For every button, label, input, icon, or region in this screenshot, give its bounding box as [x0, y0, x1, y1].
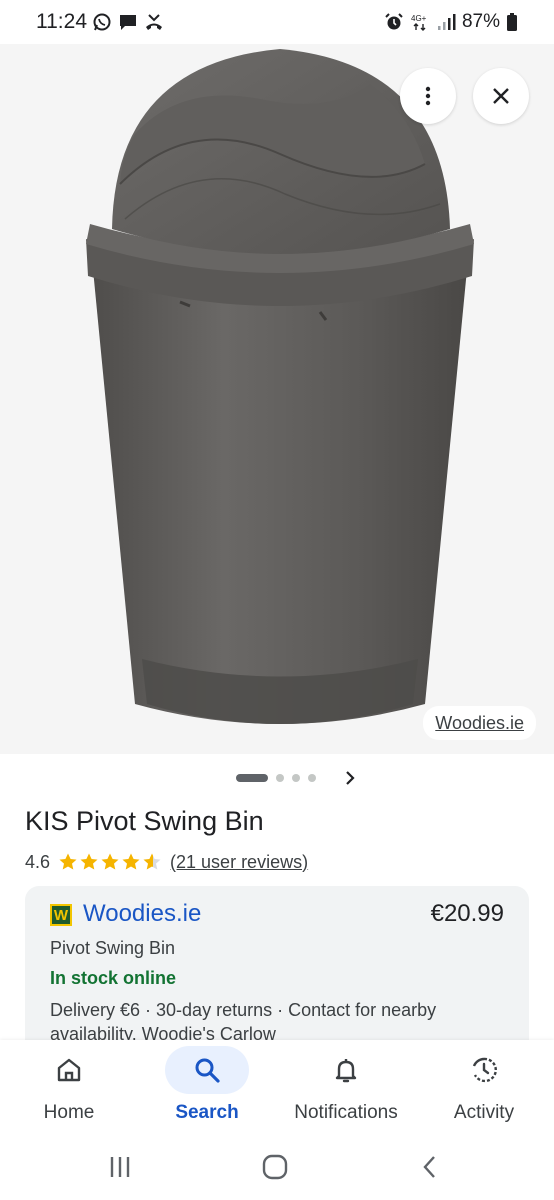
- message-icon: [120, 15, 136, 30]
- nav-search-icon-wrap: [165, 1046, 249, 1094]
- carousel-dot[interactable]: [308, 774, 316, 782]
- carousel-dot-active[interactable]: [236, 774, 268, 782]
- image-source-link[interactable]: Woodies.ie: [423, 706, 536, 740]
- nav-notifications-label: Notifications: [294, 1102, 398, 1123]
- svg-text:4G+: 4G+: [411, 14, 427, 23]
- delivery-info: Delivery €6 · 30-day returns · Contact f…: [50, 1000, 437, 1044]
- alarm-icon: [385, 13, 403, 30]
- nav-search-label: Search: [175, 1102, 239, 1123]
- star-icon: [101, 853, 119, 870]
- battery-icon: [507, 13, 517, 31]
- seller-name-link[interactable]: Woodies.ie: [83, 900, 201, 928]
- star-rating: [58, 852, 162, 872]
- recent-apps-icon: [110, 1157, 130, 1177]
- status-system-icons: 4G+ 87%: [384, 10, 518, 34]
- product-image-viewer[interactable]: Woodies.ie: [0, 44, 554, 754]
- search-icon: [195, 1058, 220, 1083]
- image-carousel-indicator: [0, 764, 554, 792]
- nav-activity-label: Activity: [453, 1102, 515, 1123]
- close-icon: [493, 88, 509, 104]
- nav-notifications[interactable]: Notifications: [277, 1040, 415, 1135]
- product-title: KIS Pivot Swing Bin: [25, 806, 264, 836]
- home-button[interactable]: [255, 1147, 295, 1187]
- half-star-icon: [143, 853, 161, 870]
- more-options-button[interactable]: [400, 68, 456, 124]
- nav-activity[interactable]: Activity: [415, 1040, 553, 1135]
- nav-activity-icon-wrap: [442, 1046, 526, 1094]
- carousel-dot[interactable]: [292, 774, 300, 782]
- back-icon: [423, 1156, 435, 1178]
- user-reviews-link[interactable]: (21 user reviews): [170, 852, 308, 873]
- bell-icon: [335, 1059, 357, 1083]
- nav-search[interactable]: Search: [138, 1040, 276, 1135]
- rating-value: 4.6: [25, 851, 51, 872]
- seller-price: €20.99: [430, 900, 504, 927]
- status-time: 11:24: [36, 10, 87, 33]
- star-icon: [59, 853, 77, 870]
- stock-status: In stock online: [50, 968, 177, 988]
- back-button[interactable]: [410, 1147, 450, 1187]
- activity-icon: [472, 1057, 497, 1083]
- system-navigation-bar: [0, 1135, 554, 1200]
- star-icon: [80, 853, 98, 870]
- star-icon: [122, 853, 140, 870]
- home-circle-icon: [262, 1154, 288, 1180]
- seller-offer-card[interactable]: W Woodies.ie €20.99 Pivot Swing Bin In s…: [25, 886, 529, 1046]
- close-button[interactable]: [473, 68, 529, 124]
- 4g-icon: 4G+: [411, 14, 427, 31]
- nav-notifications-icon-wrap: [304, 1046, 388, 1094]
- nav-home-label: Home: [43, 1102, 95, 1123]
- product-image: [86, 49, 474, 724]
- carousel-dot[interactable]: [276, 774, 284, 782]
- signal-icon: [437, 14, 456, 30]
- home-icon: [57, 1058, 81, 1082]
- more-vert-icon: [425, 86, 431, 106]
- bottom-navigation: Home Search Notifications Activity: [0, 1040, 554, 1135]
- chevron-right-icon[interactable]: [340, 768, 360, 788]
- nav-home[interactable]: Home: [0, 1040, 138, 1135]
- battery-percentage: 87%: [461, 11, 500, 32]
- recent-apps-button[interactable]: [100, 1147, 140, 1187]
- seller-product-name: Pivot Swing Bin: [50, 938, 176, 958]
- missed-call-icon: [146, 14, 162, 30]
- status-bar: 11:24 4G+ 87%: [0, 0, 554, 44]
- whatsapp-icon: [93, 13, 111, 31]
- seller-logo: W: [50, 904, 72, 926]
- nav-home-icon-wrap: [27, 1046, 111, 1094]
- rating-row: 4.6 (21 user reviews): [25, 850, 308, 874]
- status-notification-icons: [92, 10, 164, 34]
